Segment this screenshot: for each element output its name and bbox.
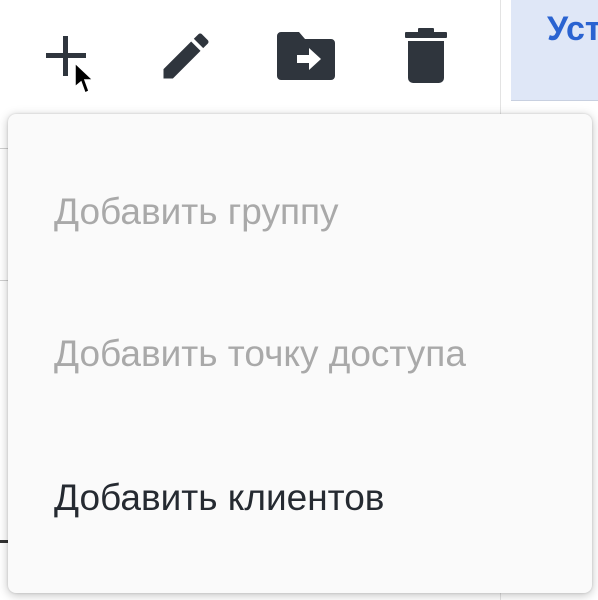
menu-item-label: Добавить клиентов xyxy=(54,477,385,518)
menu-item-label: Добавить группу xyxy=(54,191,339,232)
move-to-folder-button[interactable] xyxy=(274,24,338,88)
right-panel-header[interactable]: Уст xyxy=(511,0,598,101)
menu-item-add-clients[interactable]: Добавить клиентов xyxy=(8,427,592,569)
plus-icon xyxy=(46,36,86,76)
toolbar xyxy=(0,0,500,100)
right-panel-header-label: Уст xyxy=(547,10,598,48)
menu-item-add-access-point[interactable]: Добавить точку доступа xyxy=(8,283,592,425)
add-dropdown-menu: Добавить группу Добавить точку доступа Д… xyxy=(8,114,592,593)
folder-move-icon xyxy=(277,32,335,80)
pencil-icon xyxy=(163,33,209,79)
delete-button[interactable] xyxy=(394,24,458,88)
add-button[interactable] xyxy=(34,24,98,88)
trash-icon xyxy=(405,28,447,83)
menu-item-add-group[interactable]: Добавить группу xyxy=(8,141,592,283)
edit-button[interactable] xyxy=(154,24,218,88)
menu-item-label: Добавить точку доступа xyxy=(54,333,466,374)
